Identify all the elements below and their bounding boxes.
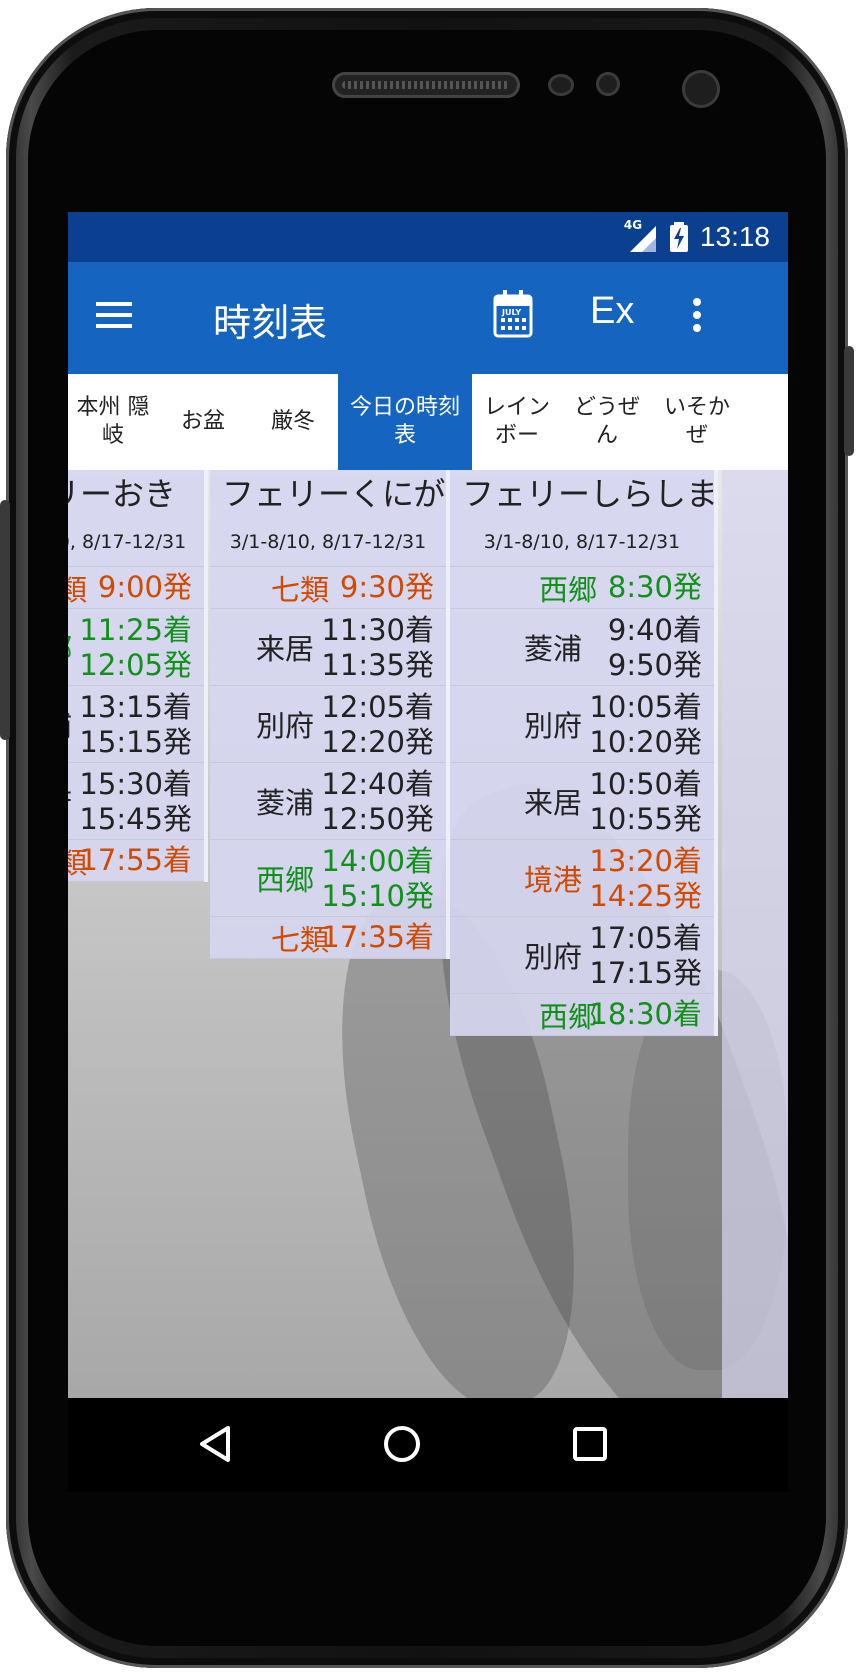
stop-row: 別府 17:05着 17:15発 [450, 917, 714, 994]
power-button [844, 346, 854, 456]
date-range: 3/1-8/10, 8/17-12/31 [210, 518, 446, 567]
date-range: 3/1-8/10, 8/17-12/31 [68, 518, 204, 567]
ex-icon[interactable]: Ex [590, 290, 634, 333]
app-bar: 時刻表 JULY Ex [68, 262, 788, 374]
earpiece-speaker [332, 72, 520, 98]
menu-icon[interactable] [94, 296, 134, 336]
battery-charging-icon [669, 222, 688, 252]
tab-isokaze[interactable]: いそか ぜ [652, 374, 742, 470]
ship-title: フェリーしらしま [462, 475, 714, 513]
stop-row: 七類 17:35着 [210, 917, 446, 959]
ship-column-shirashima: フェリーしらしま 3/1-8/10, 8/17-12/31 西郷 8:30発 菱… [450, 470, 718, 1036]
ship-column-next [722, 470, 788, 1398]
stop-row: 西郷 18:30着 [450, 994, 714, 1036]
light-sensor [596, 72, 620, 96]
tab-gentou[interactable]: 厳冬 [248, 374, 338, 470]
status-time: 13:18 [699, 221, 770, 252]
ship-title: フェリーおき [68, 475, 177, 513]
proximity-sensor [548, 74, 574, 96]
volume-button [0, 500, 10, 740]
app-title: 時刻表 [213, 301, 328, 345]
timetable-area[interactable]: フェリーおき 3/1-8/10, 8/17-12/31 七類 9:00発 西郷 … [68, 470, 788, 1398]
recents-icon[interactable] [570, 1424, 610, 1464]
stop-row: 七類 17:55着 [68, 840, 204, 882]
stop-row: 西郷 14:00着 15:10発 [210, 840, 446, 917]
navigation-bar [68, 1398, 788, 1492]
ship-column-kuniga: フェリーくにが 3/1-8/10, 8/17-12/31 七類 9:30発 来居… [210, 470, 450, 959]
stop-row: 別府 15:30着15:45発 [68, 763, 204, 840]
stop-row: 来居 11:30着 11:35発 [210, 609, 446, 686]
calendar-icon[interactable]: JULY [492, 288, 534, 338]
stop-row: 七類 9:30発 [210, 567, 446, 609]
date-range: 3/1-8/10, 8/17-12/31 [450, 518, 714, 567]
stop-row: 境港 13:20着 14:25発 [450, 840, 714, 917]
tab-today[interactable]: 今日の時刻 表 [338, 374, 472, 470]
ship-column-oki: フェリーおき 3/1-8/10, 8/17-12/31 七類 9:00発 西郷 … [68, 470, 208, 882]
ship-title: フェリーくにが [222, 475, 446, 513]
more-vert-icon[interactable] [690, 296, 704, 336]
stop-row: 別府 10:05着 10:20発 [450, 686, 714, 763]
stop-row: 菱浦 13:15着15:15発 [68, 686, 204, 763]
stop-row: 七類 9:00発 [68, 567, 204, 609]
tab-strip: 本州 隠 岐 お盆 厳冬 今日の時刻 表 レイン ボー どうぜ ん いそか ぜ [68, 374, 788, 470]
status-bar: 4G 13:18 [68, 212, 788, 262]
network-signal-icon: 4G [624, 218, 658, 254]
stop-row: 別府 12:05着 12:20発 [210, 686, 446, 763]
home-icon[interactable] [382, 1424, 422, 1464]
stop-row: 来居 10:50着 10:55発 [450, 763, 714, 840]
stop-row: 菱浦 9:40着 9:50発 [450, 609, 714, 686]
stop-row: 菱浦 12:40着 12:50発 [210, 763, 446, 840]
calendar-month-label: JULY [502, 308, 522, 317]
stop-row: 西郷 11:25着12:05発 [68, 609, 204, 686]
tab-rainbow[interactable]: レイン ボー [472, 374, 562, 470]
back-icon[interactable] [196, 1424, 236, 1464]
tab-douzen[interactable]: どうぜ ん [562, 374, 652, 470]
tab-obon[interactable]: お盆 [158, 374, 248, 470]
screen: 4G 13:18 時刻表 JULY Ex 本州 隠 岐 お盆 厳冬 今日の時刻 … [68, 212, 788, 1492]
front-camera [682, 70, 720, 108]
stop-row: 西郷 8:30発 [450, 567, 714, 609]
tab-honshu-oki[interactable]: 本州 隠 岐 [68, 374, 158, 470]
